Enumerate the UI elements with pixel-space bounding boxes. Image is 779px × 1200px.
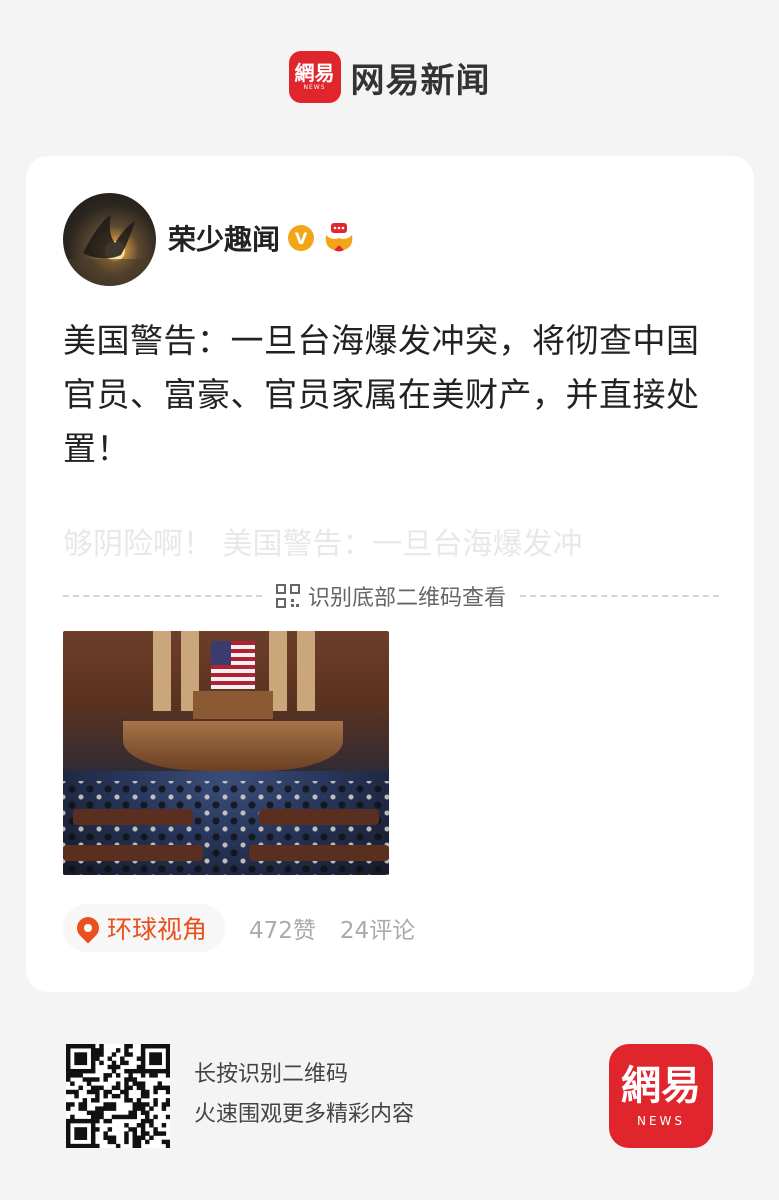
author-avatar[interactable] [63, 193, 156, 286]
divider-line-left [63, 595, 262, 597]
verified-badge-icon: V [288, 225, 315, 251]
netease-news-logo: 網易 NEWS [288, 51, 341, 103]
desk-row [259, 809, 379, 825]
chamber-column [153, 631, 171, 711]
qr-code-icon [276, 584, 300, 608]
article-headline[interactable]: 美国警告：一旦台海爆发冲突，将彻查中国官员、富豪、官员家属在美财产，并直接处置！ [63, 314, 719, 476]
article-preview: 够阴险啊！ 美国警告：一旦台海爆发冲 [63, 521, 719, 569]
footer-logo-glyph: 網易 [621, 1062, 701, 1109]
desk-row [73, 809, 193, 825]
logo-news-text: NEWS [303, 84, 326, 91]
author-row: 荣少趣闻 V [168, 218, 356, 258]
qr-code-image [66, 1044, 171, 1149]
location-pin-icon [72, 912, 104, 944]
article-card[interactable]: 荣少趣闻 V 美国警告：一旦台海爆发冲突，将彻查中国官员、富豪、官员家属在美财产… [26, 156, 754, 992]
app-title: 网易新闻 [350, 60, 491, 101]
rostrum-top [193, 691, 273, 719]
footer-instructions: 长按识别二维码 火速围观更多精彩内容 [194, 1055, 414, 1135]
topic-tag-label: 环球视角 [107, 915, 208, 944]
article-meta-row: 环球视角 472赞 24评论 [63, 904, 415, 952]
creator-level-icon [322, 223, 356, 253]
app-header: 網易 NEWS 网易新闻 [0, 48, 779, 106]
comment-count: 24评论 [339, 918, 416, 944]
topic-tag[interactable]: 环球视角 [63, 904, 226, 952]
qr-hint: 识别底部二维码查看 [262, 580, 520, 612]
article-photo[interactable] [63, 631, 389, 875]
desk-row [63, 845, 203, 861]
article-preview-text: 够阴险啊！ 美国警告：一旦台海爆发冲 [63, 527, 583, 562]
footer-line-1: 长按识别二维码 [194, 1062, 349, 1087]
share-qr-code[interactable] [66, 1044, 171, 1149]
qr-hint-divider: 识别底部二维码查看 [63, 579, 720, 613]
avatar-image [63, 215, 156, 286]
us-flag-image [211, 641, 255, 689]
logo-glyph: 網易 [294, 61, 335, 85]
footer-logo-news-text: NEWS [636, 1114, 686, 1128]
like-count: 472赞 [249, 918, 316, 944]
netease-news-footer-logo: 網易 NEWS [609, 1044, 713, 1148]
qr-hint-text: 识别底部二维码查看 [308, 586, 507, 611]
footer-line-2: 火速围观更多精彩内容 [194, 1102, 415, 1127]
divider-line-right [520, 595, 720, 597]
chamber-column [297, 631, 315, 711]
author-name[interactable]: 荣少趣闻 [168, 218, 280, 258]
desk-row [249, 845, 389, 861]
rostrum [123, 721, 343, 771]
